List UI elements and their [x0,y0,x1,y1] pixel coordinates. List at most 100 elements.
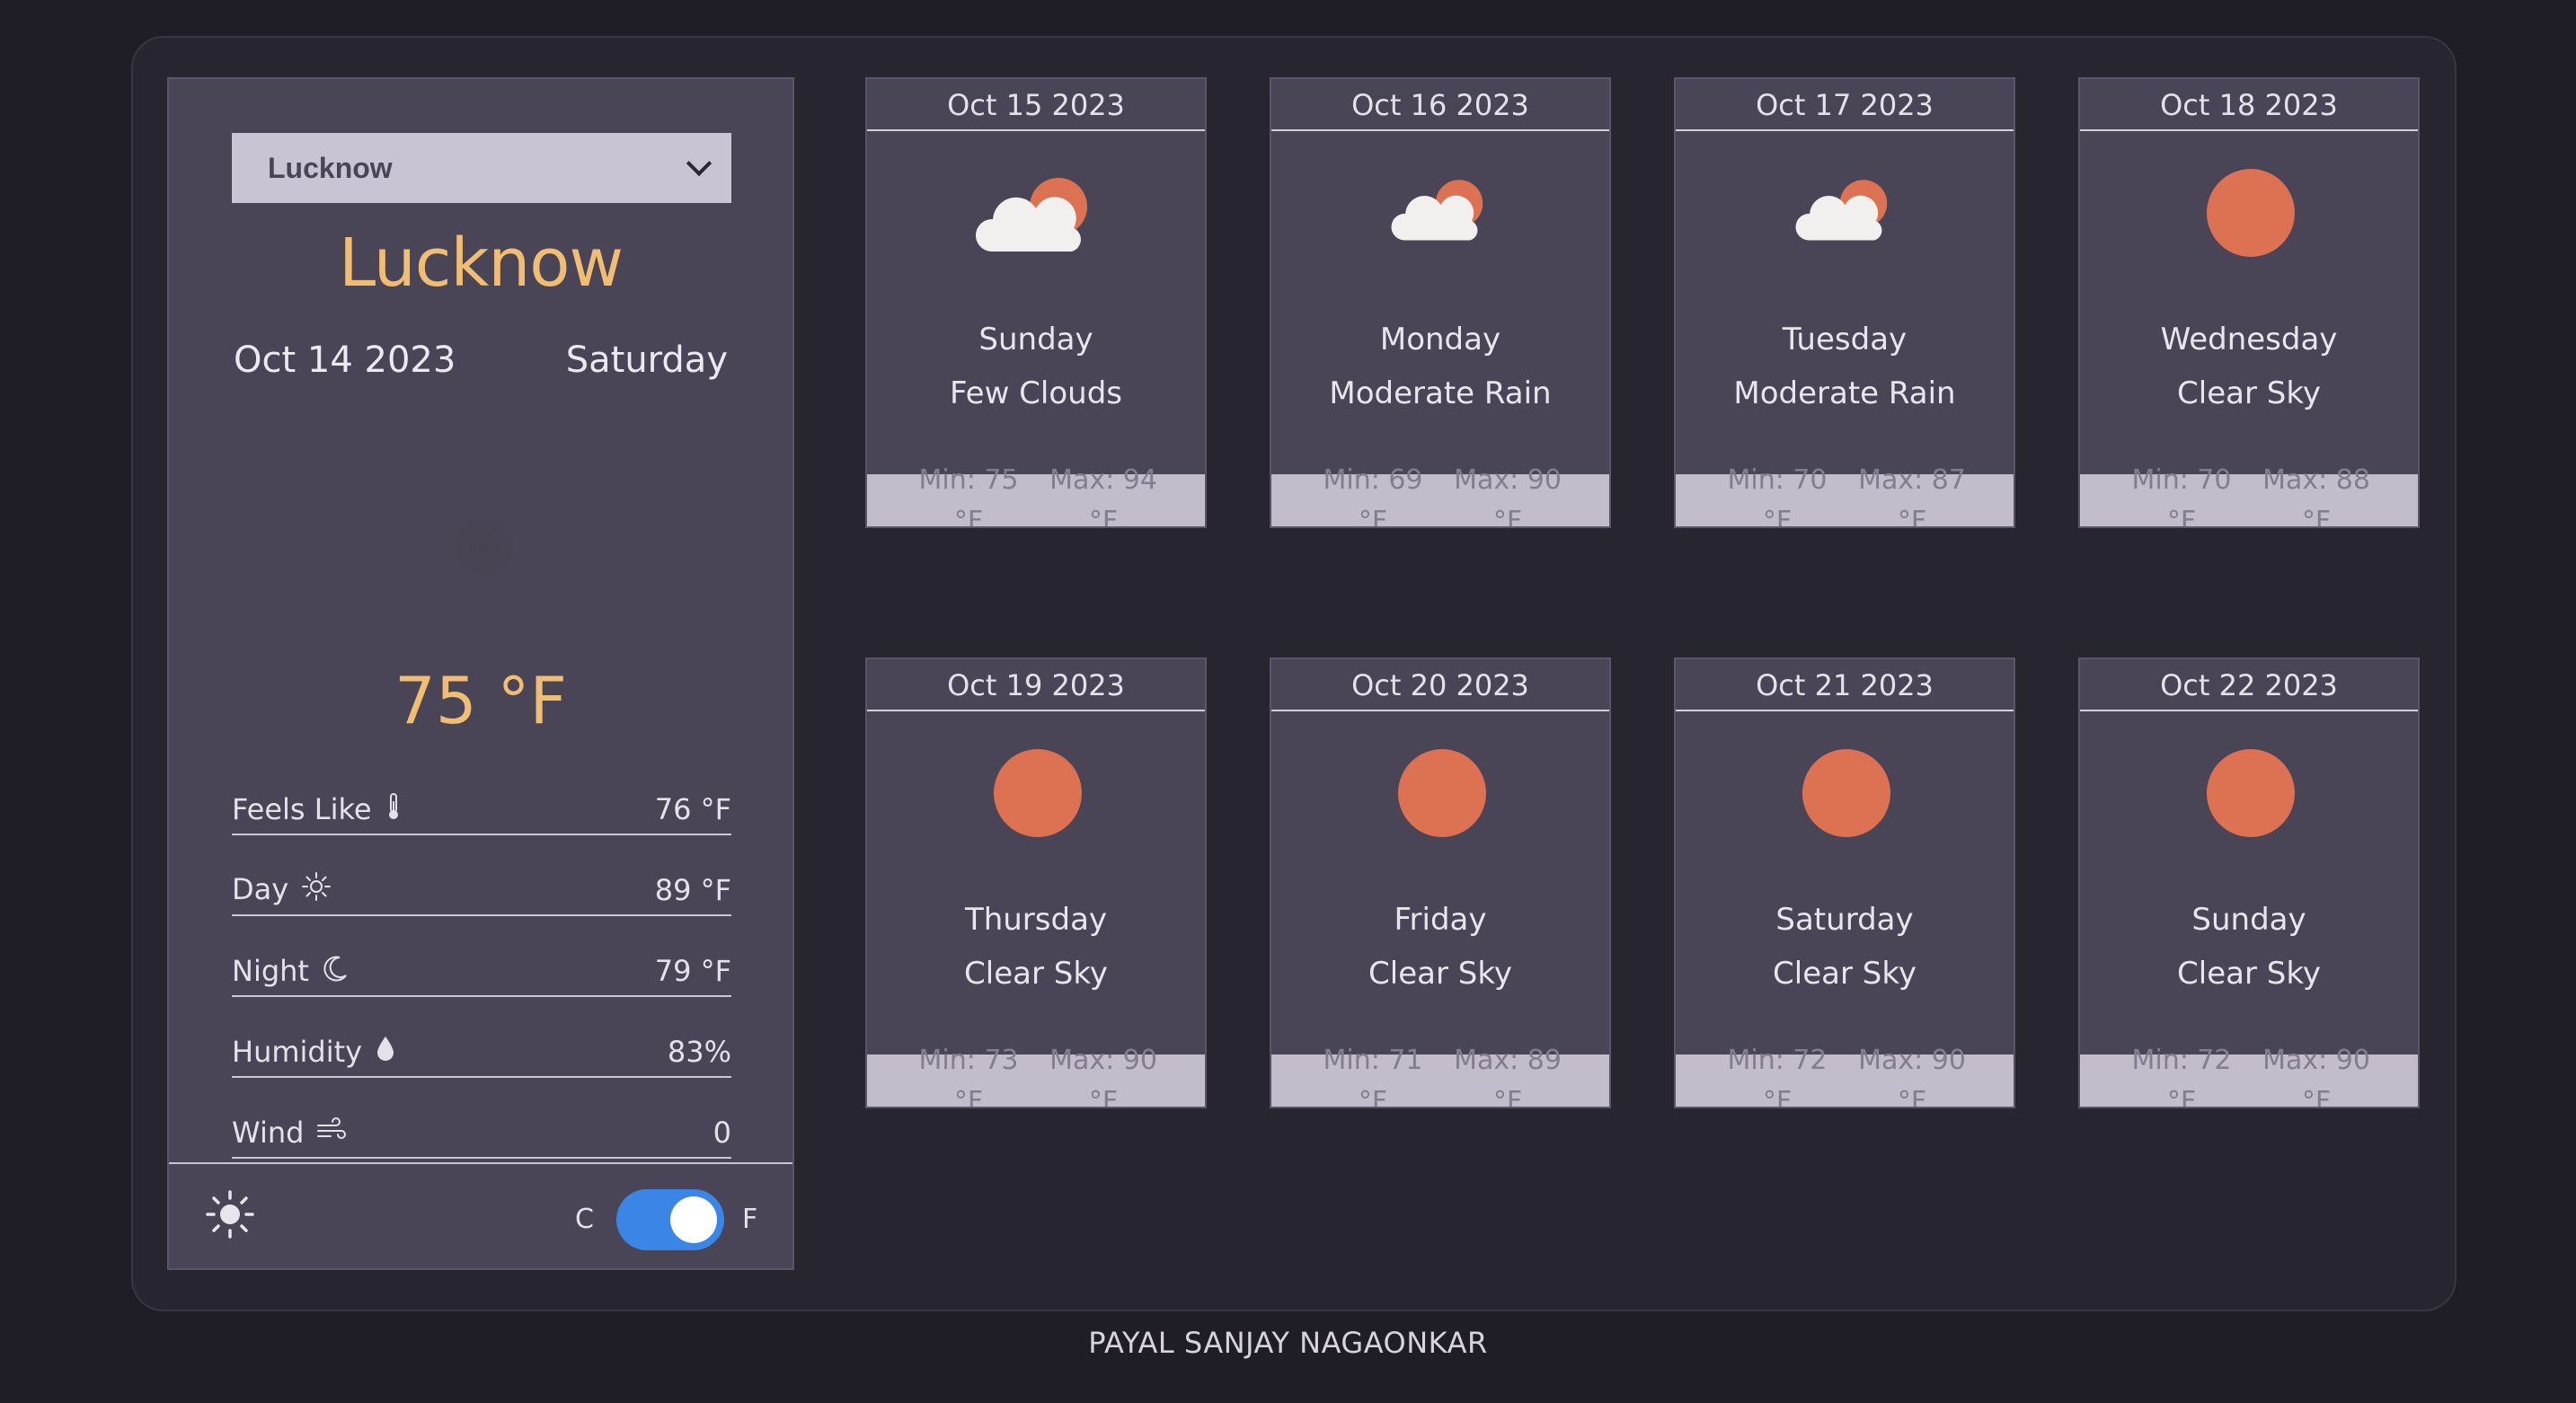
rain-cloud-icon [1676,172,2014,246]
stat-value: 0 [713,1116,731,1150]
forecast-icon-wrap [867,749,1205,857]
stat-feels-like: Feels Like 76 °F [232,772,731,835]
forecast-description: Moderate Rain [1329,375,1552,411]
thermometer-icon [385,792,403,826]
forecast-day: Thursday [964,902,1108,938]
wind-icon [316,1116,347,1149]
forecast-min: Min: 73 °F [918,1045,1019,1108]
forecast-temps: Min: 72 °F Max: 90 °F [2080,1045,2418,1107]
city-name: Lucknow [338,225,624,302]
forecast-min: Min: 70 °F [2131,464,2232,528]
stat-value: 79 °F [654,954,731,988]
current-weather-icon [447,510,519,582]
few-clouds-icon [867,169,1205,259]
forecast-date: Oct 16 2023 [1271,79,1609,131]
forecast-icon-wrap [2080,749,2418,857]
unit-fahrenheit-label: F [742,1204,758,1235]
sun-icon [1802,749,1890,837]
sun-icon [1398,749,1486,837]
current-temperature: 75 °F [394,663,567,738]
stat-label: Night [232,954,309,988]
forecast-min: Min: 69 °F [1323,464,1423,528]
forecast-icon-wrap [1271,749,1609,857]
current-weather-panel: Lucknow Lucknow Oct 14 2023 Saturday 75 … [167,77,794,1270]
forecast-max: Max: 94 °F [1049,464,1157,528]
toggle-knob [670,1196,717,1243]
forecast-description: Clear Sky [1773,956,1917,992]
forecast-icon-wrap [867,169,1205,277]
stat-value: 89 °F [654,873,731,907]
theme-toggle-sun-icon[interactable] [205,1189,255,1240]
chevron-down-icon [686,150,713,177]
forecast-temps: Min: 71 °F Max: 89 °F [1271,1045,1609,1107]
forecast-card: Oct 17 2023 Tuesday Moderate Rain Min: 70 °… [1674,77,2015,528]
sun-outline-icon [301,871,332,907]
forecast-card: Oct 18 2023 Wednesday Clear Sky Min: 70 °F M… [2078,77,2420,528]
forecast-description: Clear Sky [1368,956,1512,992]
forecast-max: Max: 90 °F [1049,1045,1157,1108]
forecast-date: Oct 20 2023 [1271,659,1609,711]
unit-celsius-label: C [575,1204,594,1235]
forecast-day: Friday [1394,902,1487,938]
stat-wind: Wind 0 [232,1080,731,1159]
forecast-day: Wednesday [2160,322,2338,357]
stat-humidity: Humidity 83% [232,999,731,1078]
stat-value: 76 °F [654,792,731,826]
footer-author: PAYAL SANJAY NAGAONKAR [1088,1326,1488,1360]
sun-icon [2207,169,2295,257]
forecast-card: Oct 21 2023 Saturday Clear Sky Min: 72 °F Ma… [1674,657,2015,1108]
forecast-date: Oct 15 2023 [867,79,1205,131]
current-day: Saturday [565,340,728,381]
forecast-card: Oct 19 2023 Thursday Clear Sky Min: 73 °F Ma… [865,657,1207,1108]
forecast-date: Oct 19 2023 [867,659,1205,711]
forecast-min: Min: 71 °F [1323,1045,1423,1108]
forecast-description: Few Clouds [949,375,1123,411]
forecast-icon-wrap [1676,749,2014,857]
moon-icon [322,954,349,988]
forecast-day: Saturday [1775,902,1914,938]
forecast-day: Tuesday [1782,322,1908,357]
forecast-temps: Min: 69 °F Max: 90 °F [1271,464,1609,526]
forecast-card: Oct 16 2023 Monday Moderate Rain Min: 69 °F… [1270,77,1611,528]
stat-label: Feels Like [232,792,372,826]
forecast-description: Clear Sky [964,956,1108,992]
forecast-card: Oct 15 2023 Sunday Few Clouds Min: 75 °F Max… [865,77,1207,528]
forecast-description: Clear Sky [2177,956,2321,992]
forecast-day: Monday [1379,322,1501,357]
forecast-max: Max: 89 °F [1454,1045,1562,1108]
forecast-temps: Min: 72 °F Max: 90 °F [1676,1045,2014,1107]
city-select[interactable]: Lucknow [232,133,731,203]
forecast-description: Clear Sky [2177,375,2321,411]
forecast-max: Max: 90 °F [2262,1045,2370,1108]
forecast-day: Sunday [978,322,1093,357]
forecast-temps: Min: 70 °F Max: 87 °F [1676,464,2014,526]
forecast-day: Sunday [2191,902,2306,938]
stats-list: Feels Like 76 °F Day 89 °F Night 79 °F H… [232,771,731,1159]
stat-value: 83% [667,1035,731,1069]
forecast-temps: Min: 75 °F Max: 94 °F [867,464,1205,526]
sun-icon [994,749,1082,837]
stat-label: Wind [232,1116,305,1150]
forecast-min: Min: 75 °F [918,464,1019,528]
forecast-icon-wrap [2080,169,2418,277]
stat-day: Day 89 °F [232,837,731,916]
forecast-min: Min: 72 °F [1727,1045,1828,1108]
current-date: Oct 14 2023 [234,340,456,381]
sun-icon [2207,749,2295,837]
rain-cloud-icon [1271,172,1609,246]
forecast-max: Max: 88 °F [2262,464,2370,528]
forecast-card: Oct 22 2023 Sunday Clear Sky Min: 72 °F Max:… [2078,657,2420,1108]
forecast-date: Oct 18 2023 [2080,79,2418,131]
forecast-icon-wrap [1271,169,1609,277]
panel-divider [169,1162,792,1164]
forecast-icon-wrap [1676,169,2014,277]
droplet-icon [375,1035,396,1069]
stat-label: Humidity [232,1035,363,1069]
forecast-temps: Min: 73 °F Max: 90 °F [867,1045,1205,1107]
unit-toggle[interactable] [616,1189,724,1250]
forecast-description: Moderate Rain [1733,375,1956,411]
forecast-date: Oct 21 2023 [1676,659,2014,711]
forecast-min: Min: 70 °F [1727,464,1828,528]
forecast-max: Max: 87 °F [1858,464,1966,528]
stat-night: Night 79 °F [232,918,731,997]
